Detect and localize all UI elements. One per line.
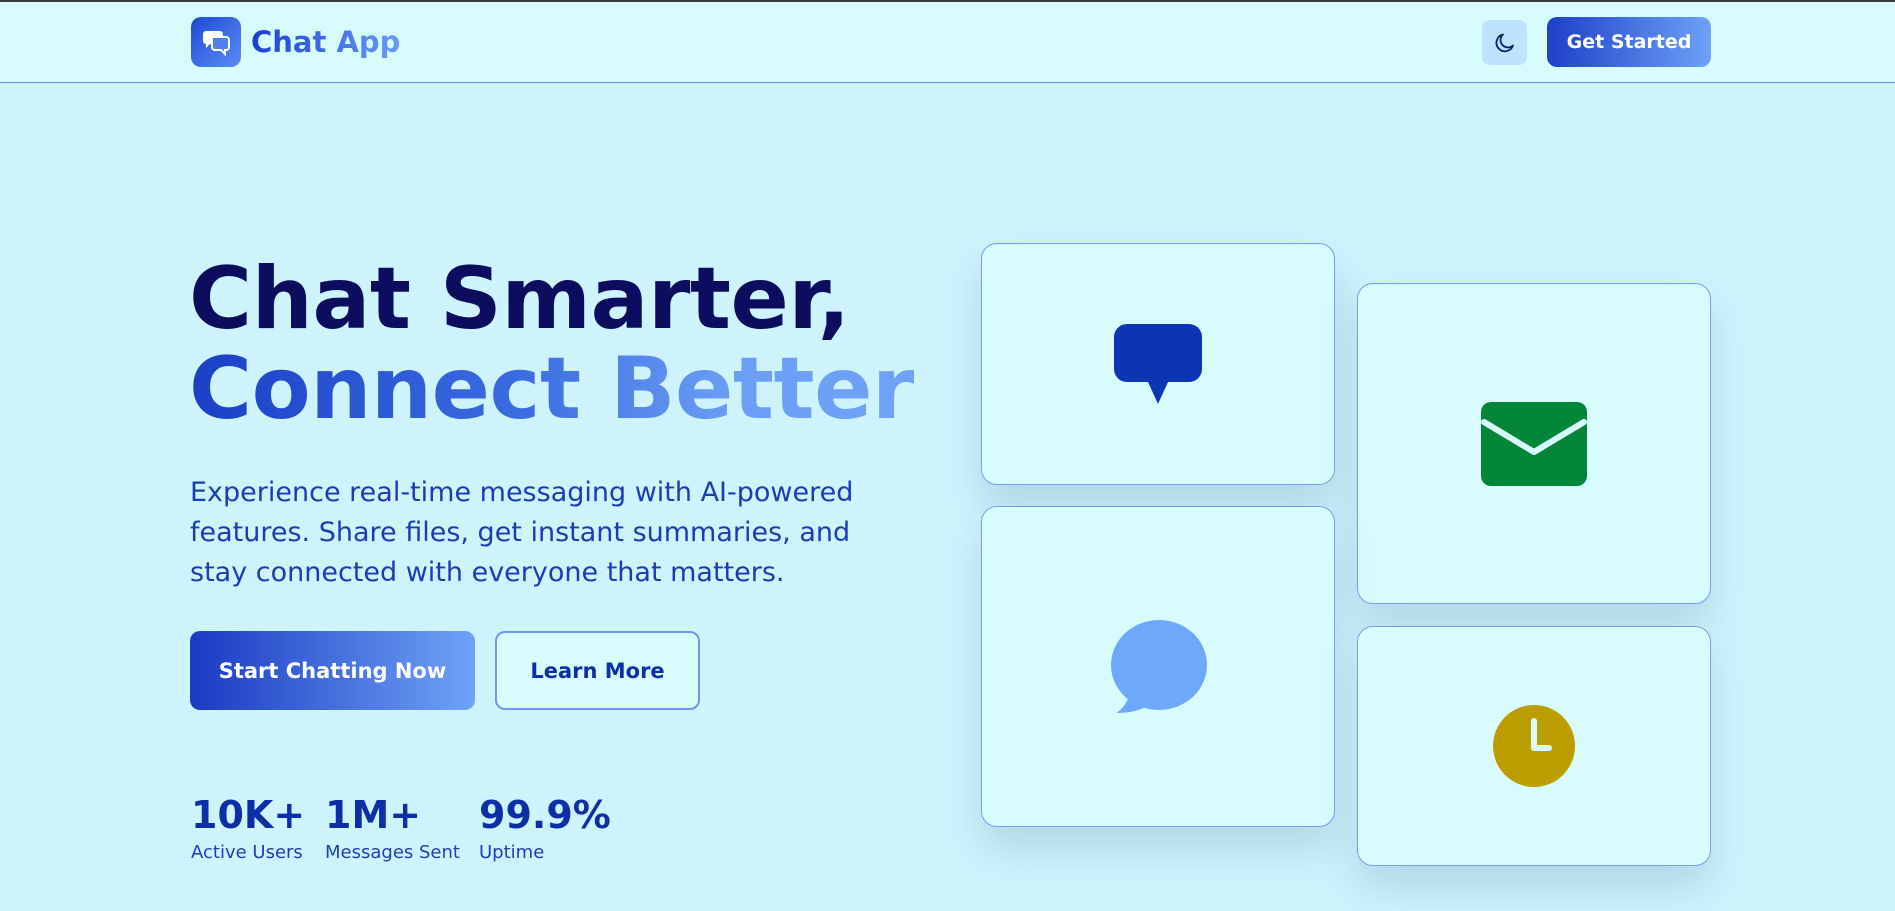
stat-value: 10K+ <box>191 793 306 837</box>
start-chatting-button[interactable]: Start Chatting Now <box>190 631 475 710</box>
envelope-icon <box>1481 401 1587 486</box>
stat-active-users: 10K+ Active Users <box>191 792 305 864</box>
hero-title-line1: Chat Smarter, <box>189 249 850 349</box>
hero-title-line2: Connect Better <box>189 339 914 439</box>
feature-card-clock <box>1357 626 1711 866</box>
stat-label: Uptime <box>479 842 545 863</box>
moon-icon <box>1495 33 1514 52</box>
stat-label: Active Users <box>191 842 303 863</box>
feature-card-email <box>1357 283 1711 604</box>
stat-value: 99.9% <box>479 793 611 837</box>
hero-description: Experience real-time messaging with AI-p… <box>190 477 854 588</box>
stat-value: 1M+ <box>325 793 422 837</box>
chat-bubble-icon <box>1111 619 1207 713</box>
brand[interactable]: Chat App <box>191 17 400 67</box>
stat-messages-sent: 1M+ Messages Sent <box>325 792 460 864</box>
learn-more-button[interactable]: Learn More <box>495 631 700 710</box>
stat-uptime: 99.9% Uptime <box>479 792 611 864</box>
navbar: Chat App Get Started <box>0 2 1895 83</box>
get-started-button[interactable]: Get Started <box>1547 17 1711 67</box>
theme-toggle-button[interactable] <box>1482 20 1527 65</box>
chat-bubbles-icon <box>191 17 241 67</box>
feature-card-chat <box>981 506 1335 827</box>
feature-card-messages <box>981 243 1335 485</box>
stat-label: Messages Sent <box>325 842 460 863</box>
hero-title: Chat Smarter, Connect Better <box>189 254 914 434</box>
speech-bubble-icon <box>1114 324 1202 404</box>
brand-name: Chat App <box>251 25 401 59</box>
clock-icon <box>1493 705 1575 787</box>
